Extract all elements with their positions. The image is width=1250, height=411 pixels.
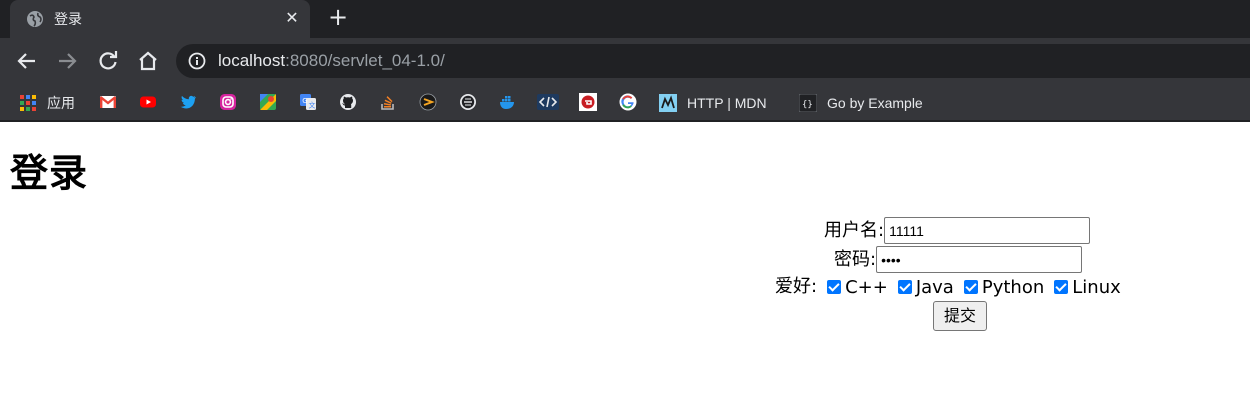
bookmark-gobyexample[interactable]: {} Go by Example xyxy=(799,93,923,113)
tab-strip: 登录 ✕ + xyxy=(0,0,1250,38)
google-maps-icon[interactable] xyxy=(259,93,277,111)
gmail-icon[interactable] xyxy=(99,93,117,111)
hobby-linux-label: Linux xyxy=(1072,276,1121,298)
svg-text:G: G xyxy=(302,97,307,105)
mdn-icon xyxy=(659,94,677,112)
hobby-cpp[interactable]: C++ xyxy=(827,277,888,298)
hobby-linux[interactable]: Linux xyxy=(1054,277,1121,298)
checkbox-python[interactable] xyxy=(963,280,978,294)
bookmark-mdn[interactable]: HTTP | MDN xyxy=(659,93,767,113)
close-icon[interactable]: ✕ xyxy=(282,8,302,28)
hobby-python[interactable]: Python xyxy=(963,276,1045,298)
globe-icon xyxy=(27,11,43,27)
submit-button[interactable]: 提交 xyxy=(933,301,987,331)
checkbox-linux[interactable] xyxy=(1054,280,1069,294)
address-bar[interactable]: localhost:8080/servlet_04-1.0/ xyxy=(176,44,1250,78)
stackoverflow-icon[interactable] xyxy=(379,93,397,111)
forward-icon[interactable] xyxy=(55,49,79,73)
youtube-icon[interactable] xyxy=(139,93,157,111)
apps-grid-icon xyxy=(20,95,36,111)
hobby-python-label: Python xyxy=(981,276,1045,298)
bookmarks-bar: 应用 G 文 HTTP | MDN {} Go by Example xyxy=(0,84,1250,122)
username-row: 用户名: xyxy=(824,217,1091,244)
page-content: 登录 用户名: 密码: 爱好: C++ Java Python Linux 提交 xyxy=(0,124,1250,411)
checkbox-java[interactable] xyxy=(897,280,912,294)
google-translate-icon[interactable]: G 文 xyxy=(299,93,317,111)
github-icon[interactable] xyxy=(339,93,357,111)
twitter-icon[interactable] xyxy=(179,93,197,111)
svg-text:{}: {} xyxy=(802,100,813,110)
tab-active[interactable]: 登录 ✕ xyxy=(10,0,310,38)
tab-title: 登录 xyxy=(54,12,82,28)
url-path: :8080/servlet_04-1.0/ xyxy=(285,51,445,70)
home-icon[interactable] xyxy=(136,49,160,73)
reload-icon[interactable] xyxy=(96,49,120,73)
bookmark-apps[interactable]: 应用 xyxy=(19,93,75,113)
golang-icon[interactable] xyxy=(419,93,437,111)
hobby-java-label: Java xyxy=(915,276,954,298)
password-input[interactable] xyxy=(876,246,1083,273)
hobby-row: 爱好: C++ Java Python Linux xyxy=(775,275,1131,299)
eclipse-icon[interactable] xyxy=(459,93,477,111)
hobby-label: 爱好: xyxy=(775,276,818,297)
bookmark-mdn-label: HTTP | MDN xyxy=(687,95,767,111)
url-host: localhost xyxy=(218,51,286,70)
google-icon[interactable] xyxy=(619,93,637,111)
bookmark-apps-label: 应用 xyxy=(47,95,75,111)
svg-text:文: 文 xyxy=(309,101,316,110)
checkbox-cpp[interactable] xyxy=(827,280,842,294)
bookmark-gobyexample-label: Go by Example xyxy=(827,95,923,111)
docker-icon[interactable] xyxy=(499,93,517,111)
url-text[interactable]: localhost:8080/servlet_04-1.0/ xyxy=(218,51,445,71)
browser-toolbar: localhost:8080/servlet_04-1.0/ xyxy=(0,38,1250,84)
password-row: 密码: xyxy=(834,246,1083,273)
hobby-cpp-label: C++ xyxy=(845,276,888,298)
hobby-java[interactable]: Java xyxy=(897,276,954,298)
code-brackets-icon[interactable] xyxy=(537,93,559,111)
username-input[interactable] xyxy=(884,217,1091,244)
instagram-icon[interactable] xyxy=(219,93,237,111)
page-title: 登录 xyxy=(10,151,89,195)
username-label: 用户名: xyxy=(824,219,885,241)
new-tab-button[interactable]: + xyxy=(326,5,350,30)
gitee-icon[interactable] xyxy=(579,93,597,111)
info-icon[interactable] xyxy=(188,52,206,70)
password-label: 密码: xyxy=(834,248,877,270)
back-icon[interactable] xyxy=(15,49,39,73)
braces-icon: {} xyxy=(799,94,817,112)
